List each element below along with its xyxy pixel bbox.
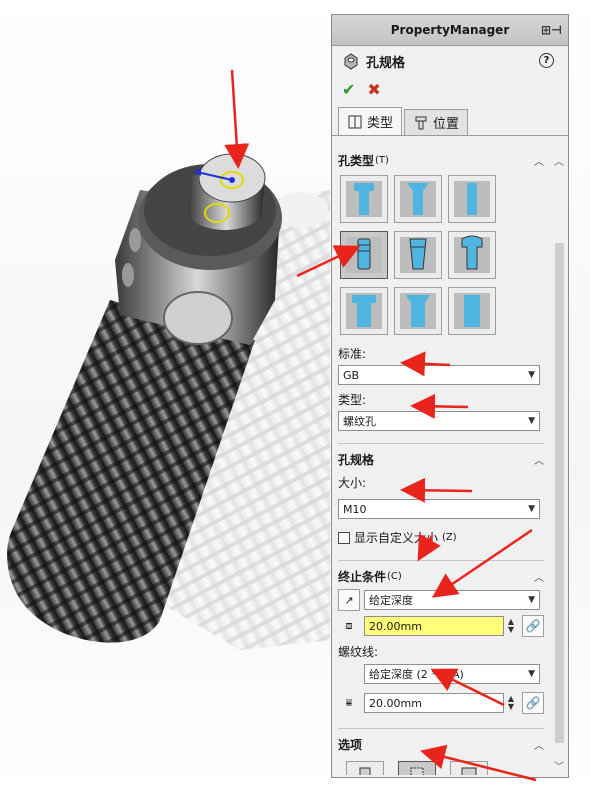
hole-type-group: 孔类型 (T) ︿ 标准: GB ▼ 类型: 螺纹孔 ▼ [338,145,544,435]
counterbore-slot-icon [346,293,382,329]
hole-type-straight-hole-button[interactable] [448,175,496,223]
options-group: 选项 ︿ [338,728,544,775]
hole-type-countersink-slot-button[interactable] [394,287,442,335]
custom-size-row[interactable]: 显示自定义大小 (Z) [338,529,544,546]
chevron-down-icon: ▼ [528,595,535,605]
solidworks-window: PropertyManager ⊞⊣ 孔规格 ? ✔ ✖ 类型 位置 孔类型 (… [0,0,590,791]
panel-title: PropertyManager [390,23,510,37]
hole-type-buttons [338,169,544,339]
scroll-down-icon[interactable]: ﹀ [554,758,564,773]
straight-tap-icon [346,237,382,273]
link-icon[interactable]: 🔗 [522,615,544,637]
size-label: 大小: [338,476,367,490]
depth-icon: ⧈ [345,619,353,632]
end-condition-header[interactable]: 终止条件 (C) [338,567,544,585]
cancel-button[interactable]: ✖ [367,80,380,99]
chevron-down-icon: ▼ [528,504,535,514]
panel-scrollbar[interactable]: ︿ ﹀ [552,153,566,773]
standard-select[interactable]: GB ▼ [338,365,540,385]
panel-scroll-area: 孔类型(T) ︿ 标准: GB▼ 类型: 螺纹孔▼ 孔规格 ︿ 大小: M [332,145,550,775]
collapse-icon[interactable]: ︿ [534,452,544,467]
collapse-icon[interactable]: ︿ [534,737,544,752]
hole-spec-header[interactable]: 孔规格 [338,450,544,468]
hole-type-straight-slot-button[interactable] [448,287,496,335]
hole-type-countersink-button[interactable] [394,175,442,223]
tab-type[interactable]: 类型 [338,107,403,135]
scrollbar-thumb[interactable] [555,243,564,743]
options-buttons [338,753,544,775]
thread-depth-icon: ⩸ [345,696,353,709]
custom-size-checkbox[interactable] [338,531,350,544]
feature-header: 孔规格 [332,46,568,76]
tap-drill-diameter-icon [359,767,371,775]
hole-type-straight-tap-button[interactable] [340,231,388,279]
pin-icon[interactable]: ⊞⊣ [541,23,562,37]
feature-name: 孔规格 [366,55,406,71]
depth-spinner[interactable]: ▲ ▼ [508,618,514,634]
scroll-up-icon[interactable]: ︿ [554,153,564,168]
hole-type-legacy-hole-button[interactable] [448,231,496,279]
3d-model-view [7,153,330,650]
thread-depth-input[interactable]: 20.00mm [364,693,504,713]
thread-label: 螺纹线: [338,645,379,659]
end-condition-select[interactable]: 给定深度 ▼ [364,590,540,610]
thread-condition-row: 给定深度 (2 * DIA) ▼ [338,664,544,684]
hole-type-header[interactable]: 孔类型 (T) [338,151,544,169]
thread-condition-select[interactable]: 给定深度 (2 * DIA) ▼ [364,664,540,684]
graphics-viewport[interactable] [0,0,330,791]
tab-position-label: 位置 [433,117,460,132]
panel-title-bar: PropertyManager ⊞⊣ [332,15,568,46]
remove-thread-icon [461,767,477,775]
thread-depth-spinner[interactable]: ▲ ▼ [508,695,514,711]
tab-position[interactable]: 位置 [404,109,469,135]
straight-hole-icon [454,181,490,217]
hole-type-counterbore-slot-button[interactable] [340,287,388,335]
hole-wizard-icon [342,52,360,70]
option-tap-drill-diameter-button[interactable] [346,761,384,775]
reverse-direction-icon[interactable]: ↗ [338,589,360,611]
options-header[interactable]: 选项 [338,735,544,753]
countersink-icon [400,181,436,217]
end-condition-group: 终止条件(C) ︿ ↗ 给定深度▼ ⧈ 20.00mm ▲▼ 🔗 螺纹线: [338,560,544,722]
position-tab-icon [415,116,427,129]
counterbore-icon [346,181,382,217]
option-cosmetic-thread-button[interactable] [398,761,436,775]
option-remove-thread-button[interactable] [450,761,488,775]
straight-slot-icon [454,293,490,329]
size-select[interactable]: M10 ▼ [338,499,540,519]
hole-spec-group: 孔规格 ︿ 大小: M10 ▼ 显示自定义大小 (Z) [338,443,544,554]
collapse-icon[interactable]: ︿ [534,153,544,168]
ok-button[interactable]: ✔ [342,80,355,99]
property-manager-panel: PropertyManager ⊞⊣ 孔规格 ? ✔ ✖ 类型 位置 孔类型 (… [331,14,569,778]
cosmetic-thread-icon [410,767,424,775]
tapered-tap-icon [400,237,436,273]
thread-depth-row: ⩸ 20.00mm ▲ ▼ 🔗 [338,692,544,714]
chevron-down-icon: ▼ [528,416,535,426]
collapse-icon[interactable]: ︿ [534,569,544,584]
type-label: 类型: [338,393,367,407]
tab-strip: 类型 位置 [332,106,568,136]
hole-type-counterbore-button[interactable] [340,175,388,223]
hole-type-tapered-tap-button[interactable] [394,231,442,279]
depth-input[interactable]: 20.00mm [364,616,504,636]
link-icon[interactable]: 🔗 [522,692,544,714]
end-condition-row: ↗ 给定深度 ▼ [338,589,544,611]
standard-label: 标准: [338,347,367,361]
tab-type-label: 类型 [367,116,394,131]
help-icon[interactable]: ? [539,53,554,68]
chevron-down-icon: ▼ [528,370,535,380]
chevron-down-icon: ▼ [528,669,535,679]
type-tab-icon [348,115,362,128]
legacy-hole-icon [454,235,490,273]
depth-row: ⧈ 20.00mm ▲ ▼ 🔗 [338,615,544,637]
type-select[interactable]: 螺纹孔 ▼ [338,411,540,431]
countersink-slot-icon [400,293,436,329]
action-buttons: ✔ ✖ [332,76,568,102]
